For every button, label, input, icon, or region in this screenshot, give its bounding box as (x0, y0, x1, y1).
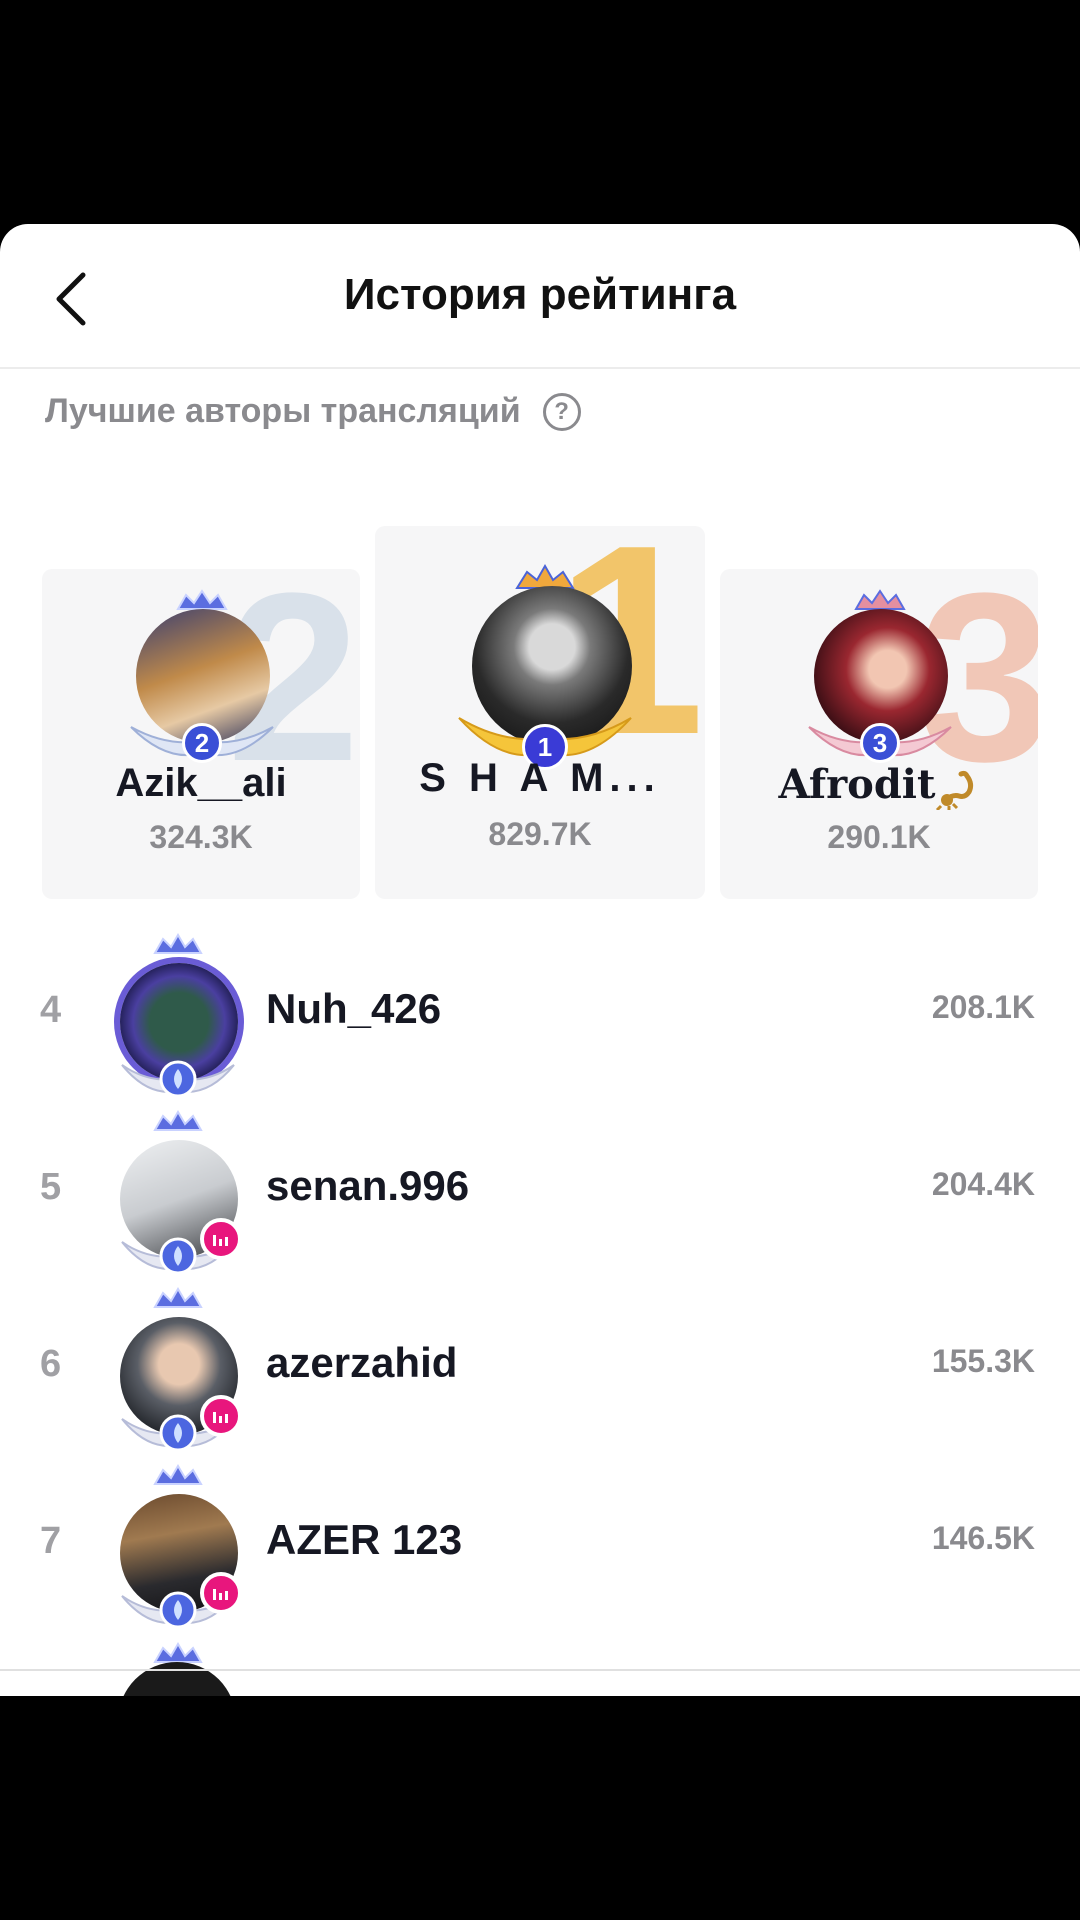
podium-card-1[interactable]: 1 1 S H A M... 829.7K (375, 526, 705, 899)
row-score: 155.3K (931, 1343, 1035, 1379)
row-score: 204.4K (931, 1166, 1035, 1202)
podium-name-text: Afrodit (778, 761, 936, 808)
list-item[interactable]: 5 senan.996 204.4K (0, 1106, 1080, 1282)
crown-icon (176, 589, 228, 610)
podium-name: Azik__ali (115, 761, 287, 805)
rank-number: 4 (40, 989, 62, 1031)
list-item[interactable]: 6 azerzahid 155.3K (0, 1283, 1080, 1459)
rank-number: 6 (40, 1343, 62, 1385)
avatar-frame (108, 929, 248, 1105)
live-badge (200, 1572, 242, 1614)
live-badge (200, 1395, 242, 1437)
section-title: Лучшие авторы трансляций (45, 392, 521, 430)
row-score: 146.5K (931, 1520, 1035, 1556)
rank-badge: 3 (860, 723, 900, 763)
row-username: senan.996 (266, 1162, 470, 1209)
podium-score: 324.3K (149, 819, 253, 855)
crown-icon (153, 1110, 203, 1131)
avatar-frame (108, 1106, 248, 1282)
podium-name: Afrodit (720, 761, 1038, 810)
avatar-frame: 3 (800, 581, 960, 763)
avatar-frame: 1 (455, 544, 635, 770)
live-bars-icon (213, 1235, 228, 1246)
section-header: Лучшие авторы трансляций ? (45, 392, 581, 431)
live-bars-icon (213, 1412, 228, 1423)
live-bars-icon (213, 1589, 228, 1600)
rank-badge: 2 (182, 723, 222, 763)
rank-number: 7 (40, 1520, 62, 1562)
ranking-history-sheet: История рейтинга Лучшие авторы трансляци… (0, 224, 1080, 1696)
rank-number: 5 (40, 1166, 62, 1208)
avatar-frame (108, 1283, 248, 1459)
crown-icon (153, 933, 203, 954)
row-username: Nuh_426 (266, 985, 442, 1032)
crown-icon (153, 1642, 203, 1663)
podium-score: 290.1K (827, 819, 931, 855)
avatar-frame (108, 1460, 248, 1636)
podium-score: 829.7K (488, 816, 592, 852)
podium-card-2[interactable]: 2 2 Azik__ali 324.3K (42, 569, 360, 899)
list-item[interactable]: 4 Nuh_426 208.1K (0, 929, 1080, 1105)
row-username: AZER 123 (266, 1516, 463, 1563)
help-icon[interactable]: ? (542, 392, 581, 431)
divider (0, 1669, 1080, 1671)
avatar (118, 1662, 236, 1696)
crown-icon (153, 1464, 203, 1485)
avatar-frame: 2 (122, 581, 282, 763)
list-item[interactable]: 7 AZER 123 146.5K (0, 1460, 1080, 1636)
page-title: История рейтинга (343, 270, 737, 319)
podium-card-3[interactable]: 3 3 Afrodit 290.1K (720, 569, 1038, 899)
header: История рейтинга (0, 224, 1080, 369)
scorpion-emoji-icon (936, 770, 974, 810)
crown-icon (854, 589, 906, 610)
podium-name: S H A M... (419, 756, 661, 800)
row-score: 208.1K (931, 989, 1035, 1025)
flame-badge-icon (121, 1060, 235, 1098)
crown-icon (153, 1287, 203, 1308)
live-badge (200, 1218, 242, 1260)
row-username: azerzahid (266, 1339, 458, 1386)
